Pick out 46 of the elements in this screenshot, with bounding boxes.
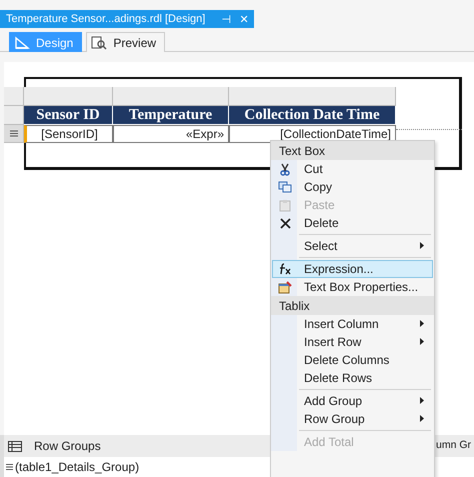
menu-section-header: Tablix: [271, 296, 434, 315]
panel-title: umn Gr: [436, 439, 472, 451]
menu-section-header: Text Box: [271, 141, 434, 160]
menu-item[interactable]: Insert Column: [272, 315, 433, 333]
column-handle[interactable]: [24, 87, 113, 106]
submenu-arrow-icon: [420, 396, 424, 404]
menu-item[interactable]: Select: [272, 237, 433, 255]
menu-item[interactable]: Delete: [272, 214, 433, 232]
menu-item[interactable]: Add Group: [272, 392, 433, 410]
submenu-arrow-icon: [420, 414, 424, 422]
delete-icon: [280, 218, 290, 228]
copy-icon: [278, 181, 292, 193]
submenu-arrow-icon: [420, 338, 424, 344]
menu-item[interactable]: Delete Rows: [272, 369, 433, 387]
column-header: Temperature: [113, 106, 229, 125]
preview-icon: [91, 36, 108, 50]
menu-item[interactable]: Expression...: [272, 260, 433, 278]
grid-icon: [8, 440, 22, 452]
column-header: Collection Date Time: [229, 106, 396, 125]
document-title: Temperature Sensor...adings.rdl [Design]: [6, 13, 206, 25]
row-handle[interactable]: [4, 125, 24, 143]
scissors-icon: [279, 162, 291, 176]
clipboard-icon: [279, 198, 291, 212]
ruler-icon: [14, 36, 30, 50]
column-handle[interactable]: [113, 87, 229, 106]
submenu-arrow-icon: [420, 320, 424, 326]
menu-item[interactable]: Text Box Properties...: [272, 278, 433, 296]
function-icon: [278, 263, 292, 275]
menu-item[interactable]: Delete Columns: [272, 351, 433, 369]
table-cell[interactable]: «Expr»: [113, 125, 229, 143]
menu-item[interactable]: Copy: [272, 178, 433, 196]
properties-icon: [278, 280, 292, 294]
group-item[interactable]: (table1_Details_Group): [15, 460, 140, 474]
submenu-arrow-icon: [420, 242, 424, 248]
column-handle[interactable]: [229, 87, 396, 106]
row-handle: [4, 87, 24, 106]
view-tab[interactable]: Preview: [86, 32, 166, 52]
row-handle: [4, 106, 24, 125]
row-lines-icon: [6, 464, 13, 470]
menu-item[interactable]: Insert Row: [272, 333, 433, 351]
panel-title: Row Groups: [34, 439, 101, 453]
row-lines-icon: [10, 130, 18, 137]
column-header: Sensor ID: [24, 106, 113, 125]
menu-item[interactable]: Row Group: [272, 410, 433, 428]
menu-item[interactable]: Cut: [272, 160, 433, 178]
table-cell[interactable]: [SensorID]: [24, 125, 113, 143]
